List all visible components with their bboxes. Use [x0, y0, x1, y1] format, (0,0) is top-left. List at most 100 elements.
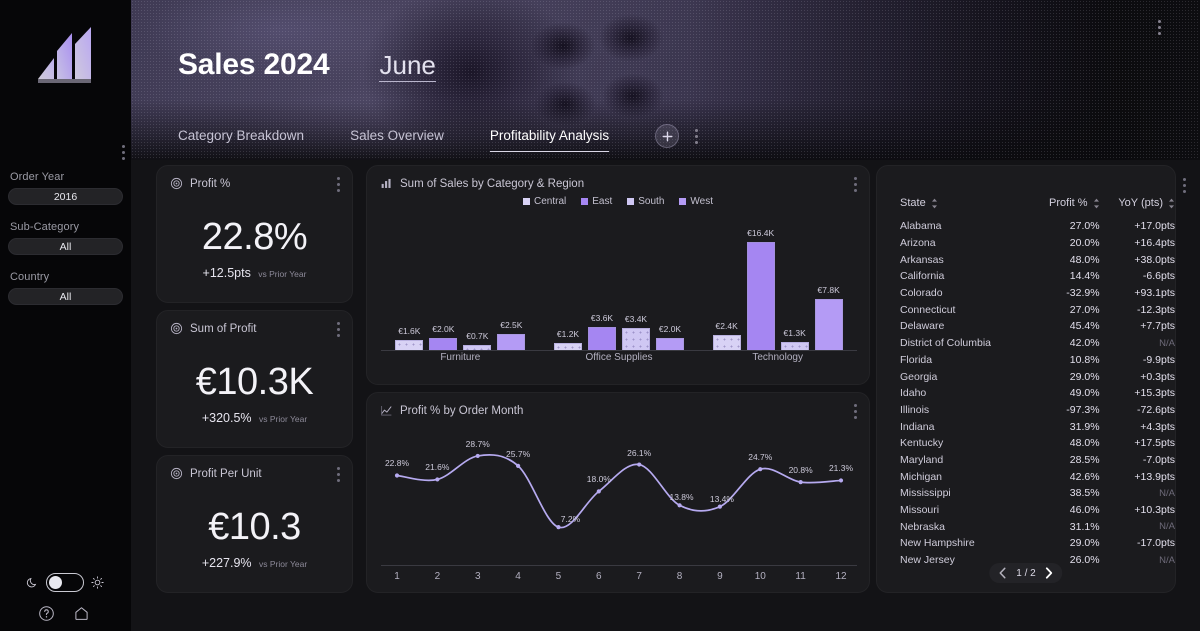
bar-technology-east[interactable]: [747, 242, 775, 351]
slicer-value-order-year[interactable]: 2016: [8, 188, 123, 205]
bar-value-label: €3.6K: [591, 313, 613, 323]
line-data-point[interactable]: [677, 503, 681, 507]
line-data-point[interactable]: [839, 478, 843, 482]
table-row[interactable]: Alabama27.0%+17.0pts: [877, 218, 1175, 235]
line-data-point[interactable]: [556, 525, 560, 529]
help-circle-icon[interactable]: [38, 605, 55, 622]
table-row[interactable]: Indiana31.9%+4.3pts: [877, 418, 1175, 435]
tab-profitability-analysis[interactable]: Profitability Analysis: [490, 128, 609, 152]
kpi-title-row: Sum of Profit: [170, 322, 256, 335]
bar-technology-west[interactable]: [815, 299, 843, 351]
kpi-card-more-icon[interactable]: [333, 467, 343, 482]
legend-item-east[interactable]: East: [581, 196, 612, 207]
line-value-label: 13.4%: [710, 494, 734, 504]
bar-chart-logo-icon: [34, 23, 98, 97]
header-more-icon[interactable]: [1154, 20, 1164, 35]
legend-item-central[interactable]: Central: [523, 196, 566, 207]
line-data-point[interactable]: [637, 462, 641, 466]
table-row[interactable]: Nebraska31.1%N/A: [877, 518, 1175, 535]
chevron-right-icon[interactable]: [1045, 567, 1054, 579]
bar-office-supplies-south[interactable]: [622, 328, 650, 351]
kpi-card-more-icon[interactable]: [333, 322, 343, 337]
table-cell-state: Mississippi: [877, 487, 1014, 499]
home-icon[interactable]: [73, 605, 90, 622]
bar-technology-central[interactable]: [713, 335, 741, 351]
line-chart-title: Profit % by Order Month: [400, 405, 523, 417]
line-x-tick-label: 9: [717, 571, 723, 582]
sort-arrows-icon[interactable]: [931, 198, 938, 209]
bar-chart-more-icon[interactable]: [850, 177, 860, 192]
table-row[interactable]: Kentucky48.0%+17.5pts: [877, 435, 1175, 452]
table-cell-yoy: +38.0pts: [1100, 254, 1175, 266]
table-row[interactable]: Florida10.8%-9.9pts: [877, 352, 1175, 369]
table-cell-state: Illinois: [877, 404, 1014, 416]
table-row[interactable]: Michigan42.6%+13.9pts: [877, 468, 1175, 485]
bar-office-supplies-east[interactable]: [588, 327, 616, 351]
theme-toggle-knob: [49, 576, 62, 589]
bar-value-label: €0.7K: [466, 331, 488, 341]
add-tab-button[interactable]: [655, 124, 679, 148]
sort-arrows-icon[interactable]: [1168, 198, 1175, 209]
line-x-tick-label: 5: [556, 571, 562, 582]
table-row[interactable]: Georgia29.0%+0.3pts: [877, 368, 1175, 385]
line-value-label: 22.8%: [385, 458, 409, 468]
line-data-point[interactable]: [516, 464, 520, 468]
line-data-point[interactable]: [758, 467, 762, 471]
table-cell-yoy: N/A: [1100, 338, 1175, 349]
slicer-value-sub-category[interactable]: All: [8, 238, 123, 255]
legend-item-south[interactable]: South: [627, 196, 664, 207]
table-row[interactable]: Illinois-97.3%-72.6pts: [877, 402, 1175, 419]
line-data-point[interactable]: [395, 473, 399, 477]
tab-sales-overview[interactable]: Sales Overview: [350, 128, 444, 151]
table-col-yoy[interactable]: YoY (pts): [1100, 197, 1175, 209]
tab-category-breakdown[interactable]: Category Breakdown: [178, 128, 304, 151]
sort-arrows-icon[interactable]: [1093, 198, 1100, 209]
legend-label: East: [592, 196, 612, 207]
bar-furniture-east[interactable]: [429, 338, 457, 351]
tab-bar: Category Breakdown Sales Overview Profit…: [178, 124, 701, 155]
bar-value-label: €7.8K: [818, 285, 840, 295]
chevron-left-icon[interactable]: [998, 567, 1007, 579]
line-value-label: 20.8%: [789, 465, 813, 475]
table-row[interactable]: District of Columbia42.0%N/A: [877, 335, 1175, 352]
line-data-point[interactable]: [718, 505, 722, 509]
period-selector[interactable]: June: [379, 51, 435, 82]
table-row[interactable]: Colorado-32.9%+93.1pts: [877, 285, 1175, 302]
line-chart-x-ticks: 123456789101112: [379, 571, 859, 587]
line-data-point[interactable]: [435, 477, 439, 481]
kpi-card-more-icon[interactable]: [333, 177, 343, 192]
table-col-profit-percent[interactable]: Profit %: [1014, 197, 1099, 209]
table-row[interactable]: Arkansas48.0%+38.0pts: [877, 251, 1175, 268]
theme-toggle-row: [26, 572, 106, 592]
theme-toggle[interactable]: [46, 573, 84, 592]
table-row[interactable]: California14.4%-6.6pts: [877, 268, 1175, 285]
sidebar-more-icon[interactable]: [118, 145, 128, 160]
table-row[interactable]: Arizona20.0%+16.4pts: [877, 235, 1175, 252]
table-more-icon[interactable]: [1179, 178, 1189, 193]
line-data-point[interactable]: [476, 454, 480, 458]
table-cell-yoy: +4.3pts: [1100, 421, 1175, 433]
table-row[interactable]: Idaho49.0%+15.3pts: [877, 385, 1175, 402]
table-row[interactable]: Mississippi38.5%N/A: [877, 485, 1175, 502]
slicer-sub-category: Sub-Category All: [8, 221, 123, 255]
table-row[interactable]: Maryland28.5%-7.0pts: [877, 452, 1175, 469]
line-value-label: 26.1%: [627, 448, 651, 458]
bar-office-supplies-west[interactable]: [656, 338, 684, 351]
table-cell-profit-percent: 10.8%: [1014, 354, 1099, 366]
table-col-state[interactable]: State: [877, 197, 1014, 209]
table-cell-profit-percent: 38.5%: [1014, 487, 1099, 499]
bar-furniture-west[interactable]: [497, 334, 525, 351]
legend-item-west[interactable]: West: [679, 196, 713, 207]
line-data-point[interactable]: [799, 480, 803, 484]
line-chart-card: Profit % by Order Month 22.8%21.6%28.7%2…: [366, 392, 870, 593]
slicer-value-country[interactable]: All: [8, 288, 123, 305]
line-chart-more-icon[interactable]: [850, 404, 860, 419]
table-col-label: State: [900, 197, 926, 209]
table-row[interactable]: New Hampshire29.0%-17.0pts: [877, 535, 1175, 552]
table-row[interactable]: Connecticut27.0%-12.3pts: [877, 301, 1175, 318]
table-row[interactable]: Delaware45.4%+7.7pts: [877, 318, 1175, 335]
line-data-point[interactable]: [597, 489, 601, 493]
tab-bar-more-icon[interactable]: [691, 129, 701, 144]
table-row[interactable]: Missouri46.0%+10.3pts: [877, 502, 1175, 519]
app-logo[interactable]: [0, 14, 131, 106]
